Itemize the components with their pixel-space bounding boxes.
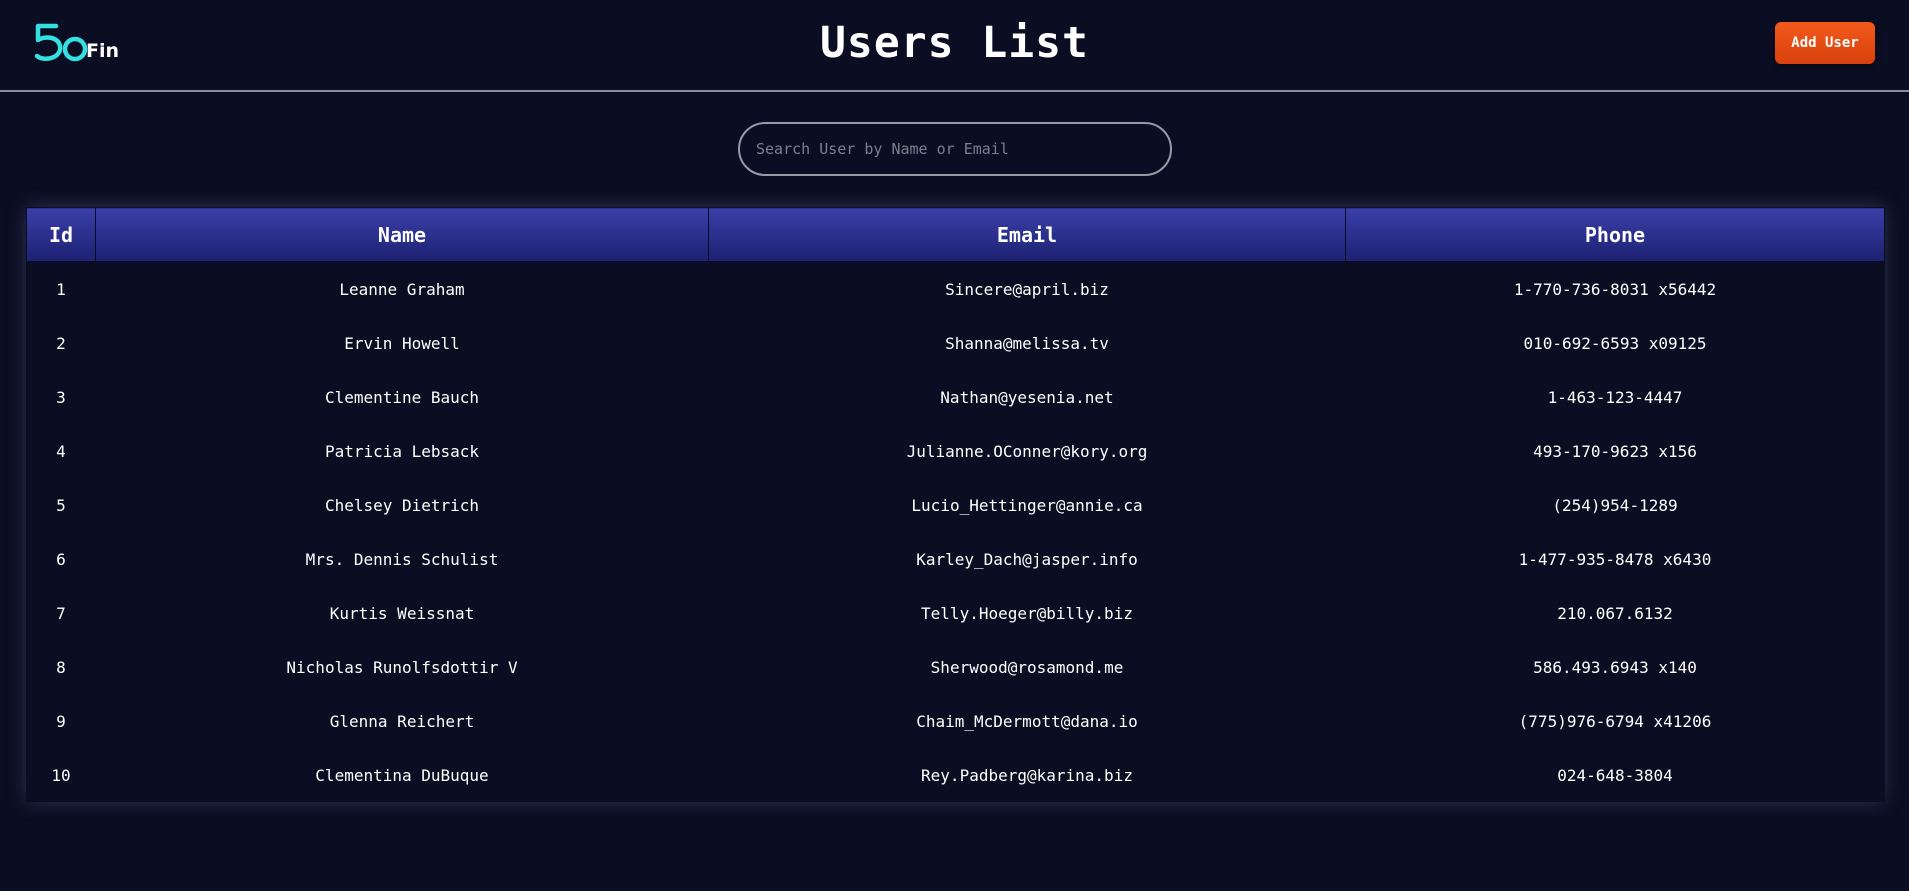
cell-id: 9 bbox=[26, 694, 96, 748]
cell-id: 1 bbox=[26, 261, 96, 316]
cell-email: Nathan@yesenia.net bbox=[708, 370, 1346, 424]
cell-name: Chelsey Dietrich bbox=[95, 478, 709, 532]
cell-id: 7 bbox=[26, 586, 96, 640]
cell-id: 3 bbox=[26, 370, 96, 424]
cell-id: 8 bbox=[26, 640, 96, 694]
cell-phone: 024-648-3804 bbox=[1345, 748, 1885, 802]
table-row[interactable]: 1 Leanne Graham Sincere@april.biz 1-770-736… bbox=[26, 261, 1885, 316]
cell-name: Mrs. Dennis Schulist bbox=[95, 532, 709, 586]
users-table: Id Name Email Phone 1 Leanne Graham Sincer… bbox=[26, 207, 1885, 802]
table-row[interactable]: 5 Chelsey Dietrich Lucio_Hettinger@annie.c… bbox=[26, 478, 1885, 532]
cell-phone: 586.493.6943 x140 bbox=[1345, 640, 1885, 694]
column-header-name[interactable]: Name bbox=[95, 207, 709, 262]
page-title: Users List bbox=[820, 18, 1089, 68]
cell-name: Clementina DuBuque bbox=[95, 748, 709, 802]
table-row[interactable]: 7 Kurtis Weissnat Telly.Hoeger@billy.biz 21… bbox=[26, 586, 1885, 640]
cell-id: 6 bbox=[26, 532, 96, 586]
cell-email: Telly.Hoeger@billy.biz bbox=[708, 586, 1346, 640]
table-row[interactable]: 10 Clementina DuBuque Rey.Padberg@karina.b… bbox=[26, 748, 1885, 802]
cell-name: Patricia Lebsack bbox=[95, 424, 709, 478]
cell-phone: (254)954-1289 bbox=[1345, 478, 1885, 532]
search-container bbox=[738, 122, 1172, 176]
cell-email: Lucio_Hettinger@annie.ca bbox=[708, 478, 1346, 532]
cell-phone: 1-463-123-4447 bbox=[1345, 370, 1885, 424]
column-header-email[interactable]: Email bbox=[708, 207, 1346, 262]
cell-email: Sherwood@rosamond.me bbox=[708, 640, 1346, 694]
cell-id: 10 bbox=[26, 748, 96, 802]
add-user-button[interactable]: Add User bbox=[1775, 22, 1875, 64]
cell-name: Glenna Reichert bbox=[95, 694, 709, 748]
cell-email: Shanna@melissa.tv bbox=[708, 316, 1346, 370]
users-table-container: Id Name Email Phone 1 Leanne Graham Sincer… bbox=[26, 207, 1885, 802]
cell-id: 4 bbox=[26, 424, 96, 478]
cell-name: Nicholas Runolfsdottir V bbox=[95, 640, 709, 694]
cell-id: 2 bbox=[26, 316, 96, 370]
table-row[interactable]: 3 Clementine Bauch Nathan@yesenia.net 1-463… bbox=[26, 370, 1885, 424]
cell-phone: 010-692-6593 x09125 bbox=[1345, 316, 1885, 370]
table-row[interactable]: 6 Mrs. Dennis Schulist Karley_Dach@jasper.… bbox=[26, 532, 1885, 586]
table-header: Id Name Email Phone bbox=[26, 207, 1885, 262]
cell-phone: (775)976-6794 x41206 bbox=[1345, 694, 1885, 748]
cell-id: 5 bbox=[26, 478, 96, 532]
cell-phone: 1-477-935-8478 x6430 bbox=[1345, 532, 1885, 586]
cell-phone: 493-170-9623 x156 bbox=[1345, 424, 1885, 478]
cell-email: Chaim_McDermott@dana.io bbox=[708, 694, 1346, 748]
search-input[interactable] bbox=[738, 122, 1172, 176]
cell-name: Ervin Howell bbox=[95, 316, 709, 370]
app-header: Fin Users List Add User bbox=[0, 0, 1909, 92]
table-row[interactable]: 9 Glenna Reichert Chaim_McDermott@dana.io(… bbox=[26, 694, 1885, 748]
column-header-phone[interactable]: Phone bbox=[1345, 207, 1885, 262]
cell-name: Kurtis Weissnat bbox=[95, 586, 709, 640]
table-body: 1 Leanne Graham Sincere@april.biz 1-770-736… bbox=[26, 261, 1885, 802]
cell-name: Leanne Graham bbox=[95, 261, 709, 316]
cell-email: Rey.Padberg@karina.biz bbox=[708, 748, 1346, 802]
cell-email: Karley_Dach@jasper.info bbox=[708, 532, 1346, 586]
cell-name: Clementine Bauch bbox=[95, 370, 709, 424]
cell-email: Sincere@april.biz bbox=[708, 261, 1346, 316]
column-header-id[interactable]: Id bbox=[26, 207, 96, 262]
table-row[interactable]: 2 Ervin Howell Shanna@melissa.tv 010-692-65… bbox=[26, 316, 1885, 370]
table-row[interactable]: 8 Nicholas Runolfsdottir V Sherwood@rosamo… bbox=[26, 640, 1885, 694]
table-row[interactable]: 4 Patricia Lebsack Julianne.OConner@kory.o… bbox=[26, 424, 1885, 478]
cell-phone: 210.067.6132 bbox=[1345, 586, 1885, 640]
cell-phone: 1-770-736-8031 x56442 bbox=[1345, 261, 1885, 316]
cell-email: Julianne.OConner@kory.org bbox=[708, 424, 1346, 478]
